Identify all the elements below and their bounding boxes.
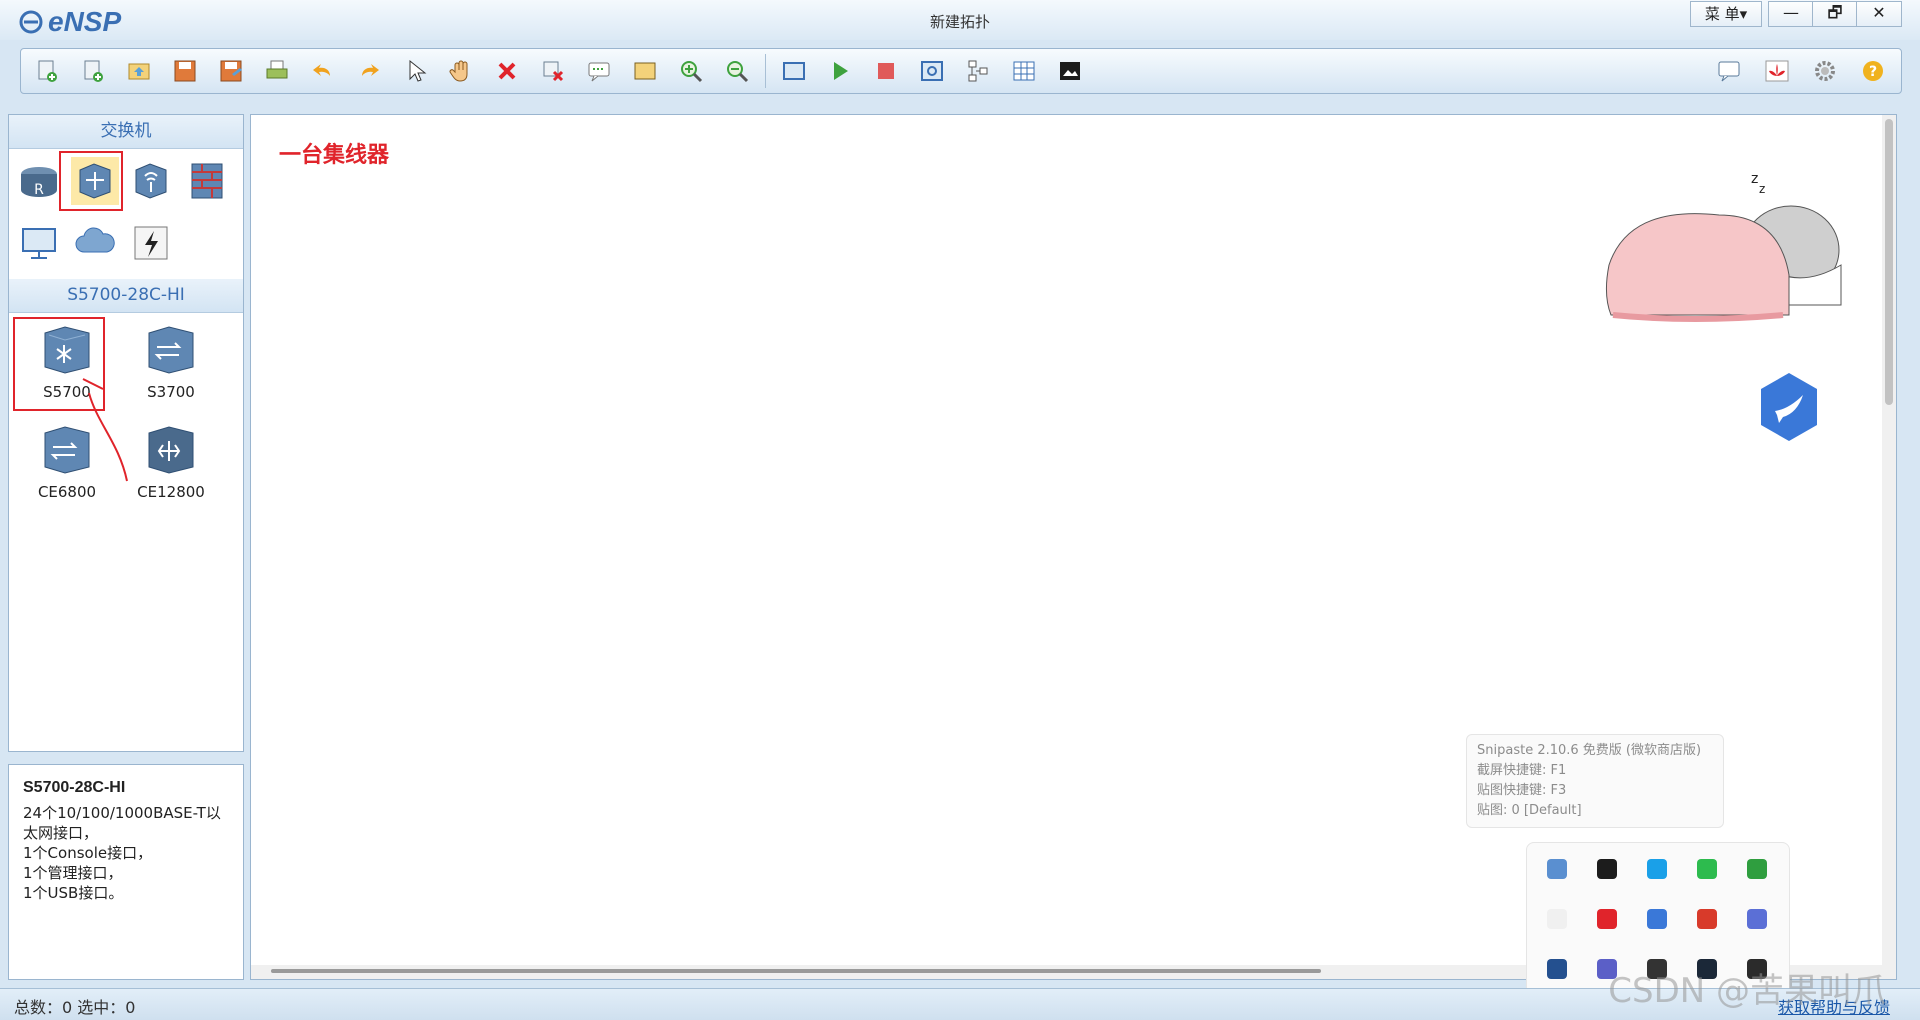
delete-connection-icon[interactable]: [535, 53, 571, 89]
huawei-icon[interactable]: [1759, 53, 1795, 89]
status-counts: 总数：0 选中：0: [14, 998, 136, 1017]
category-highlight-box: [59, 151, 123, 211]
canvas-annotation: 一台集线器: [279, 143, 390, 168]
fit-view-icon[interactable]: [776, 53, 812, 89]
snipaste-line: Snipaste 2.10.6 免费版 (微软商店版): [1477, 743, 1702, 758]
print-icon[interactable]: [259, 53, 295, 89]
close-button[interactable]: ✕: [1856, 1, 1902, 27]
start-device-icon[interactable]: [822, 53, 858, 89]
new-example-icon[interactable]: [75, 53, 111, 89]
router-icon[interactable]: R: [15, 157, 63, 205]
restore-button[interactable]: 🗗: [1812, 1, 1858, 27]
horizontal-scroll-thumb[interactable]: [271, 969, 1321, 973]
grid-icon[interactable]: [1006, 53, 1042, 89]
info-line: 1个管理接口，: [23, 864, 123, 882]
color-block-icon[interactable]: [627, 53, 663, 89]
info-title: S5700-28C-HI: [23, 779, 126, 796]
model-grid: S5700 S3700 CE6800 CE12800: [9, 313, 243, 753]
info-line: 24个10/100/1000BASE-T以: [23, 804, 221, 822]
select-pointer-icon[interactable]: [397, 53, 433, 89]
tray-hd-icon[interactable]: [1537, 949, 1577, 989]
svg-text:z: z: [1751, 171, 1758, 187]
category-header: 交换机: [9, 115, 243, 149]
snipaste-line: 贴图: 0 [Default]: [1477, 803, 1582, 818]
tray-icon-glyph: [1747, 859, 1767, 879]
wireless-icon[interactable]: [127, 157, 175, 205]
tray-icon-glyph: [1547, 859, 1567, 879]
zoom-in-icon[interactable]: [673, 53, 709, 89]
svg-text:?: ?: [1869, 64, 1877, 80]
tray-icon-glyph: [1547, 909, 1567, 929]
tray-xbox-icon[interactable]: [1737, 849, 1777, 889]
tray-app-1-icon[interactable]: [1537, 849, 1577, 889]
cloud-icon[interactable]: [71, 219, 119, 267]
tray-icon-glyph: [1697, 859, 1717, 879]
device-info-panel: S5700-28C-HI 24个10/100/1000BASE-T以 太网接口，…: [8, 764, 244, 980]
vertical-scroll-thumb[interactable]: [1885, 119, 1893, 405]
settings-icon[interactable]: [1807, 53, 1843, 89]
capture-icon[interactable]: [914, 53, 950, 89]
tray-bookmark-icon[interactable]: [1587, 849, 1627, 889]
info-line: 1个USB接口。: [23, 884, 124, 902]
pc-icon[interactable]: [15, 219, 63, 267]
info-line: 1个Console接口，: [23, 844, 153, 862]
topology-icon[interactable]: [960, 53, 996, 89]
tray-wechat-icon[interactable]: [1687, 849, 1727, 889]
tray-app-10-icon[interactable]: [1737, 899, 1777, 939]
zoom-out-icon[interactable]: [719, 53, 755, 89]
tray-icon-glyph: [1597, 859, 1617, 879]
tray-icon-glyph: [1647, 909, 1667, 929]
toolbar-right-group: ?: [1711, 53, 1891, 89]
window-title: 新建拓扑: [929, 13, 990, 31]
tray-icon-glyph: [1747, 909, 1767, 929]
vertical-scrollbar[interactable]: [1882, 115, 1896, 979]
menu-button[interactable]: 菜 单▾: [1690, 1, 1762, 27]
minimize-button[interactable]: —: [1768, 1, 1814, 27]
tray-empty-icon[interactable]: [1537, 899, 1577, 939]
info-line: 太网接口，: [23, 824, 99, 842]
snipaste-tooltip: Snipaste 2.10.6 免费版 (微软商店版) 截屏快捷键: F1 贴图…: [1466, 734, 1724, 828]
s3700-switch-icon: [148, 326, 194, 374]
chat-icon[interactable]: [1711, 53, 1747, 89]
tray-netease-icon[interactable]: [1587, 899, 1627, 939]
tray-icon-glyph: [1647, 859, 1667, 879]
tray-icon-glyph: [1697, 909, 1717, 929]
model-header: S5700-28C-HI: [9, 279, 243, 313]
stop-device-icon[interactable]: [868, 53, 904, 89]
feishu-floating-icon[interactable]: [1757, 371, 1821, 443]
main-toolbar: ?: [20, 48, 1902, 94]
tray-icon-glyph: [1597, 909, 1617, 929]
text-note-icon[interactable]: [581, 53, 617, 89]
save-icon[interactable]: [167, 53, 203, 89]
watermark: CSDN @苦果叫爪: [1608, 971, 1886, 1011]
snipaste-line: 截屏快捷键: F1: [1477, 763, 1567, 778]
title-bar: eNSP 新建拓扑 菜 单▾ — 🗗 ✕: [0, 0, 1920, 40]
undo-icon[interactable]: [305, 53, 341, 89]
snipaste-line: 贴图快捷键: F3: [1477, 783, 1567, 798]
delete-icon[interactable]: [489, 53, 525, 89]
new-topology-icon[interactable]: [29, 53, 65, 89]
power-icon[interactable]: [127, 219, 175, 267]
tray-feishu-icon[interactable]: [1637, 899, 1677, 939]
svg-text:z: z: [1759, 182, 1765, 196]
hand-pan-icon[interactable]: [443, 53, 479, 89]
firewall-icon[interactable]: [183, 157, 231, 205]
help-icon[interactable]: ?: [1855, 53, 1891, 89]
sleeping-character-sticker-icon: z z: [1605, 171, 1842, 322]
device-panel: 交换机 R S5700-28C-HI S5700 S3700 CE6800 CE…: [8, 114, 244, 752]
tray-app-3-icon[interactable]: [1637, 849, 1677, 889]
redo-icon[interactable]: [351, 53, 387, 89]
category-grid: R: [9, 149, 243, 279]
tray-vmware-icon[interactable]: [1687, 899, 1727, 939]
save-as-icon[interactable]: [213, 53, 249, 89]
display-icon[interactable]: [1052, 53, 1088, 89]
annotation-arrow: [82, 378, 128, 482]
tray-icon-glyph: [1547, 959, 1567, 979]
open-icon[interactable]: [121, 53, 157, 89]
toolbar-left-group: [29, 53, 1088, 89]
toolbar-separator: [765, 54, 766, 88]
svg-text:R: R: [34, 182, 44, 198]
